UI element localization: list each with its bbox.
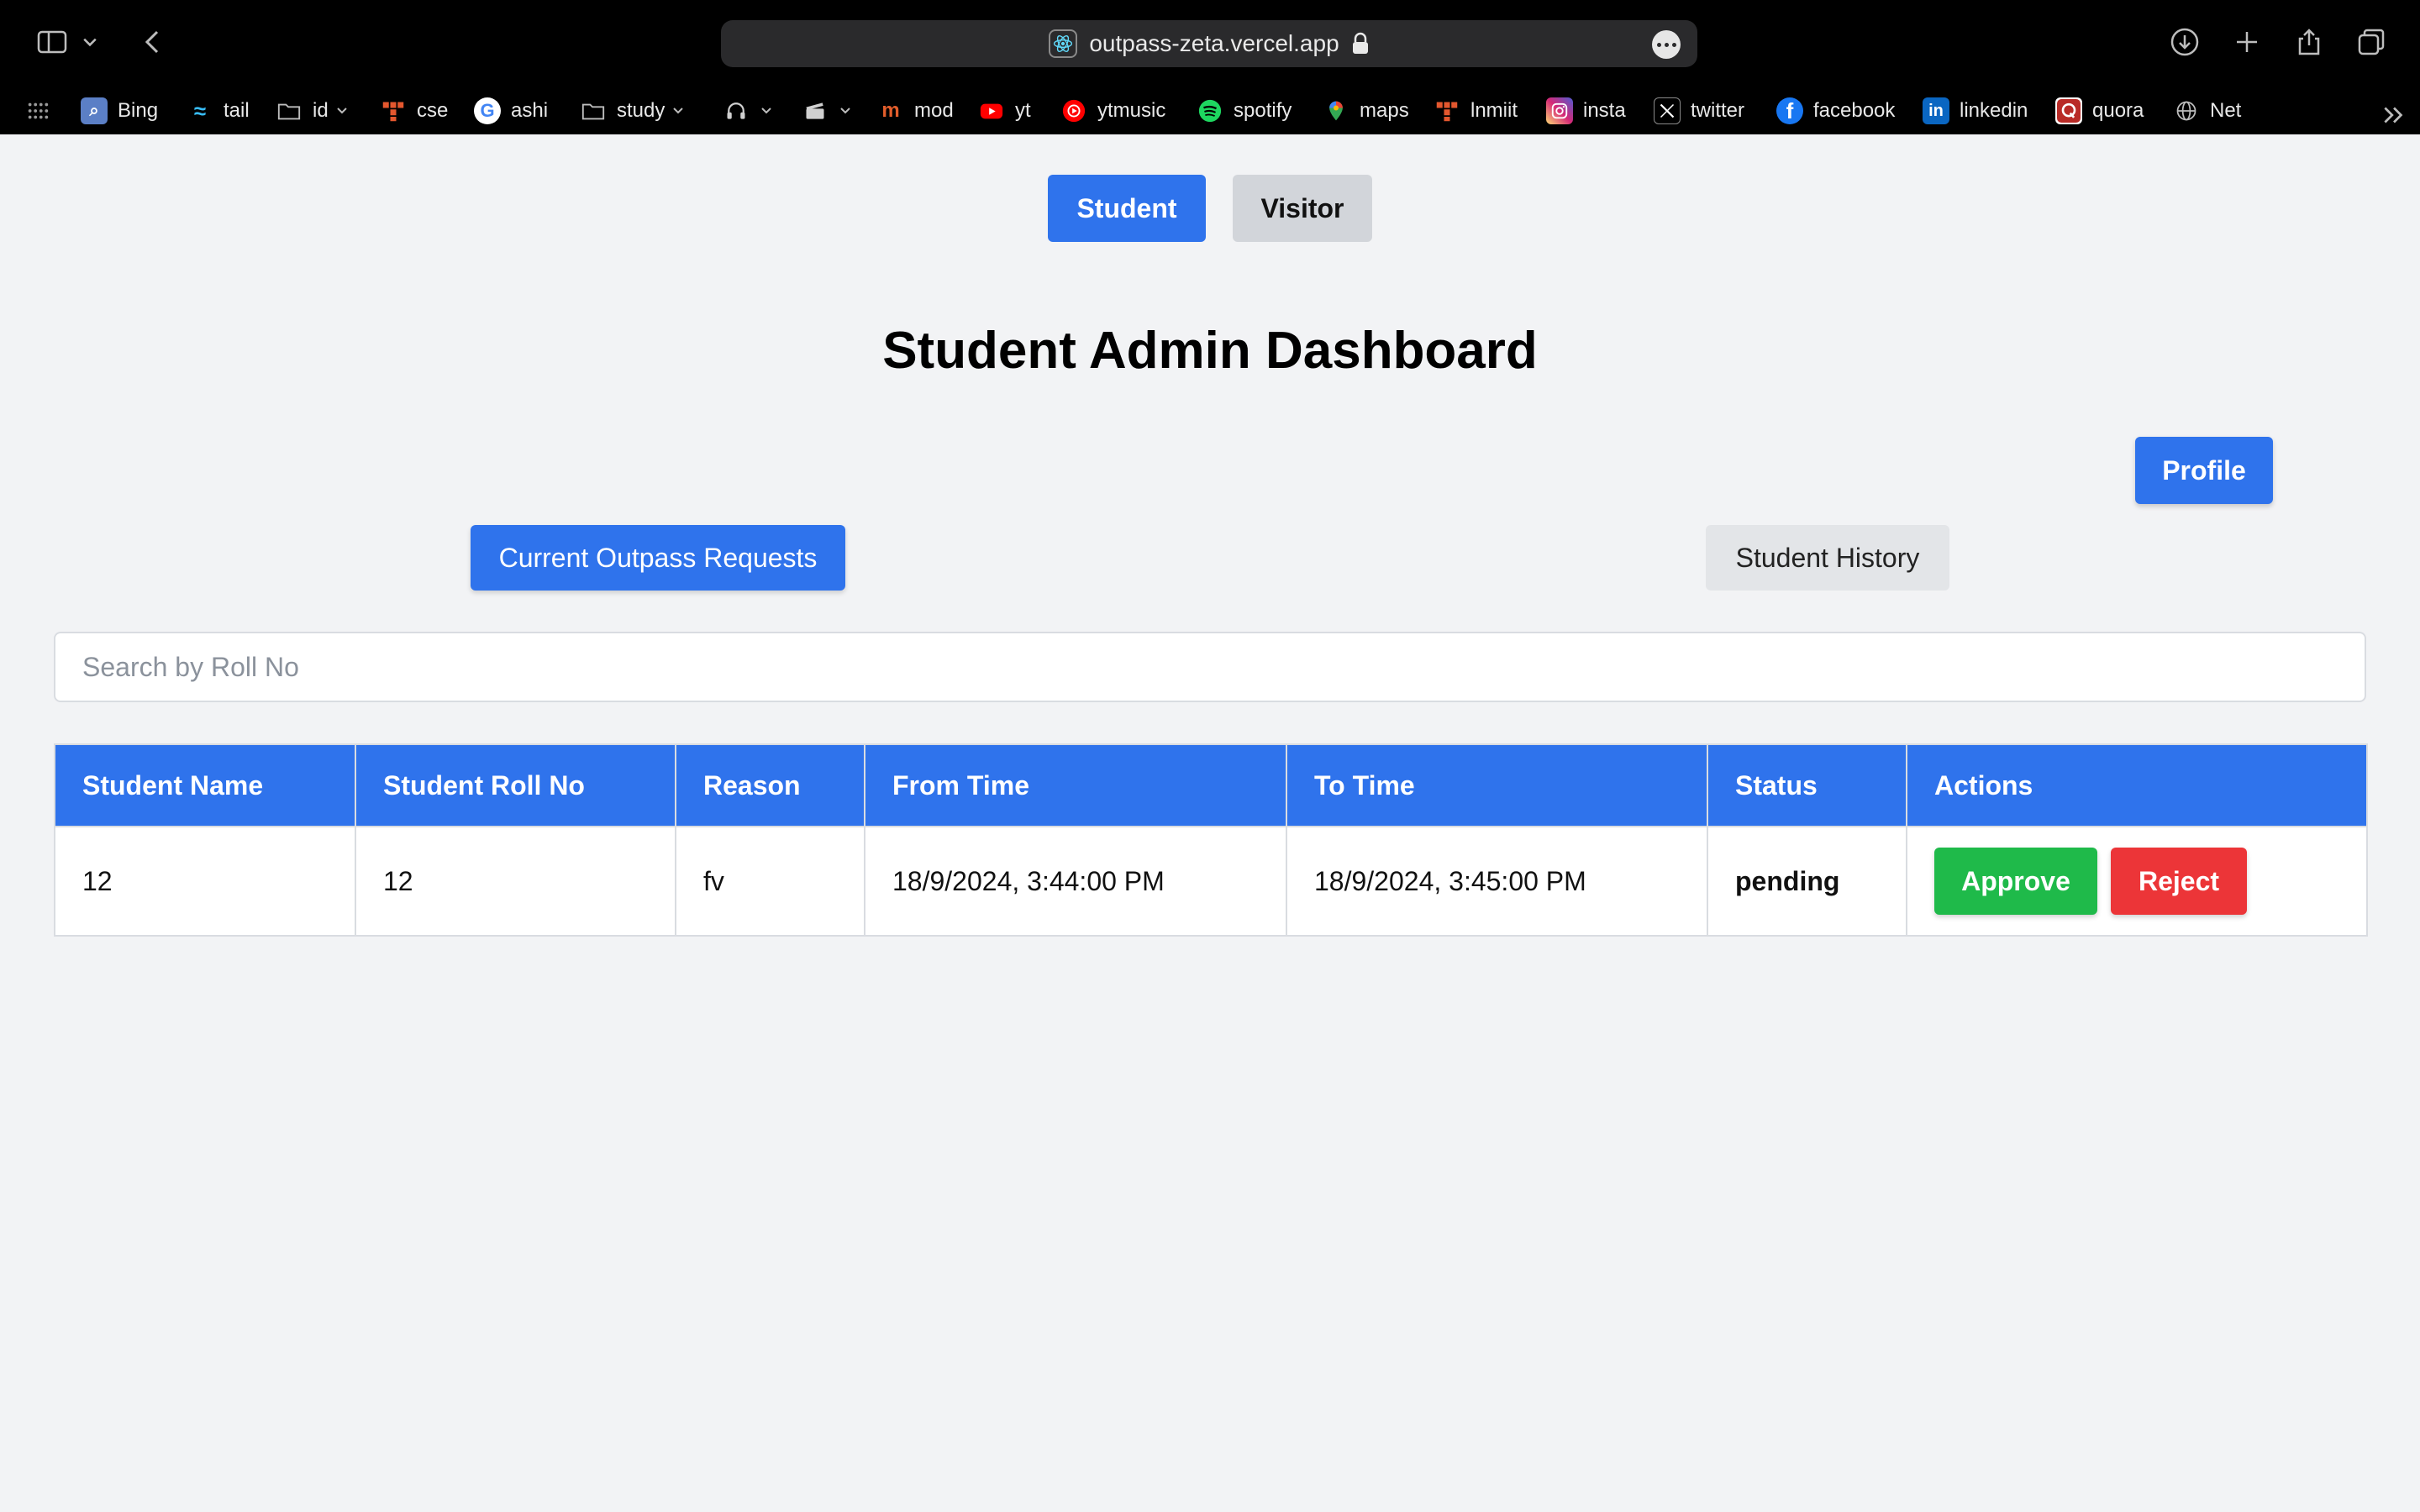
bookmarks-bar: ⌕ Bing ≈ tail id cse G ashi study m mod …: [0, 91, 2420, 131]
cell-reason: fv: [675, 826, 865, 937]
apps-grid-icon[interactable]: [25, 91, 50, 131]
mod-icon: m: [881, 99, 900, 122]
headphones-icon: [723, 97, 750, 124]
bookmark-insta[interactable]: insta: [1546, 91, 1626, 131]
quora-icon: [2055, 97, 2082, 124]
share-icon[interactable]: [2287, 20, 2331, 64]
ytmusic-icon: [1060, 97, 1087, 124]
bookmark-facebook[interactable]: f facebook: [1776, 91, 1895, 131]
bookmark-mod[interactable]: m mod: [877, 91, 953, 131]
bookmark-lnmiit[interactable]: lnmiit: [1434, 91, 1518, 131]
bookmark-cse[interactable]: cse: [380, 91, 448, 131]
instagram-icon: [1546, 97, 1573, 124]
clapperboard-icon: [802, 97, 829, 124]
bing-icon: ⌕: [81, 97, 108, 124]
react-icon: [1049, 29, 1078, 58]
tab-overview-icon[interactable]: [2349, 20, 2393, 64]
column-header-reason: Reason: [675, 743, 865, 827]
bookmark-yt[interactable]: yt: [978, 91, 1031, 131]
linkedin-icon: in: [1923, 97, 1949, 124]
chevron-down-icon: [673, 108, 684, 114]
tailwind-icon: ≈: [193, 97, 207, 123]
chevron-down-icon: [761, 108, 771, 114]
browser-toolbar: outpass-zeta.vercel.app: [0, 0, 2420, 87]
status-badge: pending: [1707, 826, 1907, 937]
bookmarks-overflow-icon[interactable]: [2380, 101, 2408, 129]
chevron-down-icon[interactable]: [76, 20, 104, 64]
maps-icon: [1323, 97, 1349, 124]
table-header-row: Student Name Student Roll No Reason From…: [54, 743, 2368, 827]
bookmark-bing[interactable]: ⌕ Bing: [81, 91, 158, 131]
cell-to-time: 18/9/2024, 3:45:00 PM: [1286, 826, 1708, 937]
google-icon: G: [474, 97, 501, 124]
cell-student-name: 12: [54, 826, 356, 937]
bookmark-linkedin[interactable]: in linkedin: [1923, 91, 2028, 131]
bookmark-folder-headphones[interactable]: [723, 91, 773, 131]
cse-icon: [380, 97, 407, 124]
url-text: outpass-zeta.vercel.app: [1089, 30, 1339, 56]
bookmark-spotify[interactable]: spotify: [1197, 91, 1292, 131]
cell-roll-no: 12: [355, 826, 676, 937]
bookmark-ashi[interactable]: G ashi: [474, 91, 548, 131]
column-header-to-time: To Time: [1286, 743, 1708, 827]
bookmark-folder-clapper[interactable]: [802, 91, 852, 131]
back-icon[interactable]: [131, 20, 175, 64]
facebook-icon: f: [1776, 97, 1803, 124]
reject-button[interactable]: Reject: [2111, 848, 2247, 915]
bookmark-quora[interactable]: quora: [2055, 91, 2144, 131]
column-header-student-name: Student Name: [54, 743, 356, 827]
column-header-status: Status: [1707, 743, 1907, 827]
bookmark-ytmusic[interactable]: ytmusic: [1060, 91, 1165, 131]
outpass-requests-table: Student Name Student Roll No Reason From…: [54, 743, 2368, 937]
folder-icon: [276, 97, 302, 124]
profile-button[interactable]: Profile: [2135, 437, 2273, 504]
column-header-actions: Actions: [1906, 743, 2368, 827]
page-title: Student Admin Dashboard: [882, 322, 1538, 380]
lnmiit-icon: [1434, 97, 1460, 124]
bookmark-net[interactable]: Net: [2173, 91, 2241, 131]
search-input[interactable]: [54, 632, 2366, 702]
globe-icon: [2173, 97, 2200, 124]
x-icon: [1654, 97, 1681, 124]
new-tab-icon[interactable]: [2225, 20, 2269, 64]
download-icon[interactable]: [2163, 20, 2207, 64]
address-bar[interactable]: outpass-zeta.vercel.app: [721, 20, 1697, 67]
column-header-roll-no: Student Roll No: [355, 743, 676, 827]
bookmark-tail[interactable]: ≈ tail: [187, 91, 250, 131]
table-row: 12 12 fv 18/9/2024, 3:44:00 PM 18/9/2024…: [54, 826, 2368, 937]
cell-actions: Approve Reject: [1906, 826, 2368, 937]
page-menu-icon[interactable]: [1652, 30, 1681, 59]
bookmark-folder-id[interactable]: id: [276, 91, 349, 131]
chevron-down-icon: [840, 108, 850, 114]
youtube-icon: [978, 97, 1005, 124]
bookmark-maps[interactable]: maps: [1323, 91, 1409, 131]
bookmark-twitter[interactable]: twitter: [1654, 91, 1744, 131]
chevron-down-icon: [336, 108, 347, 114]
tab-student-history[interactable]: Student History: [1706, 525, 1949, 591]
student-mode-button[interactable]: Student: [1048, 175, 1206, 242]
lock-icon: [1352, 32, 1368, 54]
tab-current-outpass-requests[interactable]: Current Outpass Requests: [471, 525, 845, 591]
column-header-from-time: From Time: [864, 743, 1287, 827]
cell-from-time: 18/9/2024, 3:44:00 PM: [864, 826, 1287, 937]
bookmark-folder-study[interactable]: study: [580, 91, 685, 131]
browser-chrome: outpass-zeta.vercel.app ⌕ Bing ≈ tail id…: [0, 0, 2420, 134]
sidebar-toggle-icon[interactable]: [30, 20, 74, 64]
approve-button[interactable]: Approve: [1934, 848, 2097, 915]
visitor-mode-button[interactable]: Visitor: [1233, 175, 1372, 242]
spotify-icon: [1197, 97, 1223, 124]
folder-icon: [580, 97, 607, 124]
